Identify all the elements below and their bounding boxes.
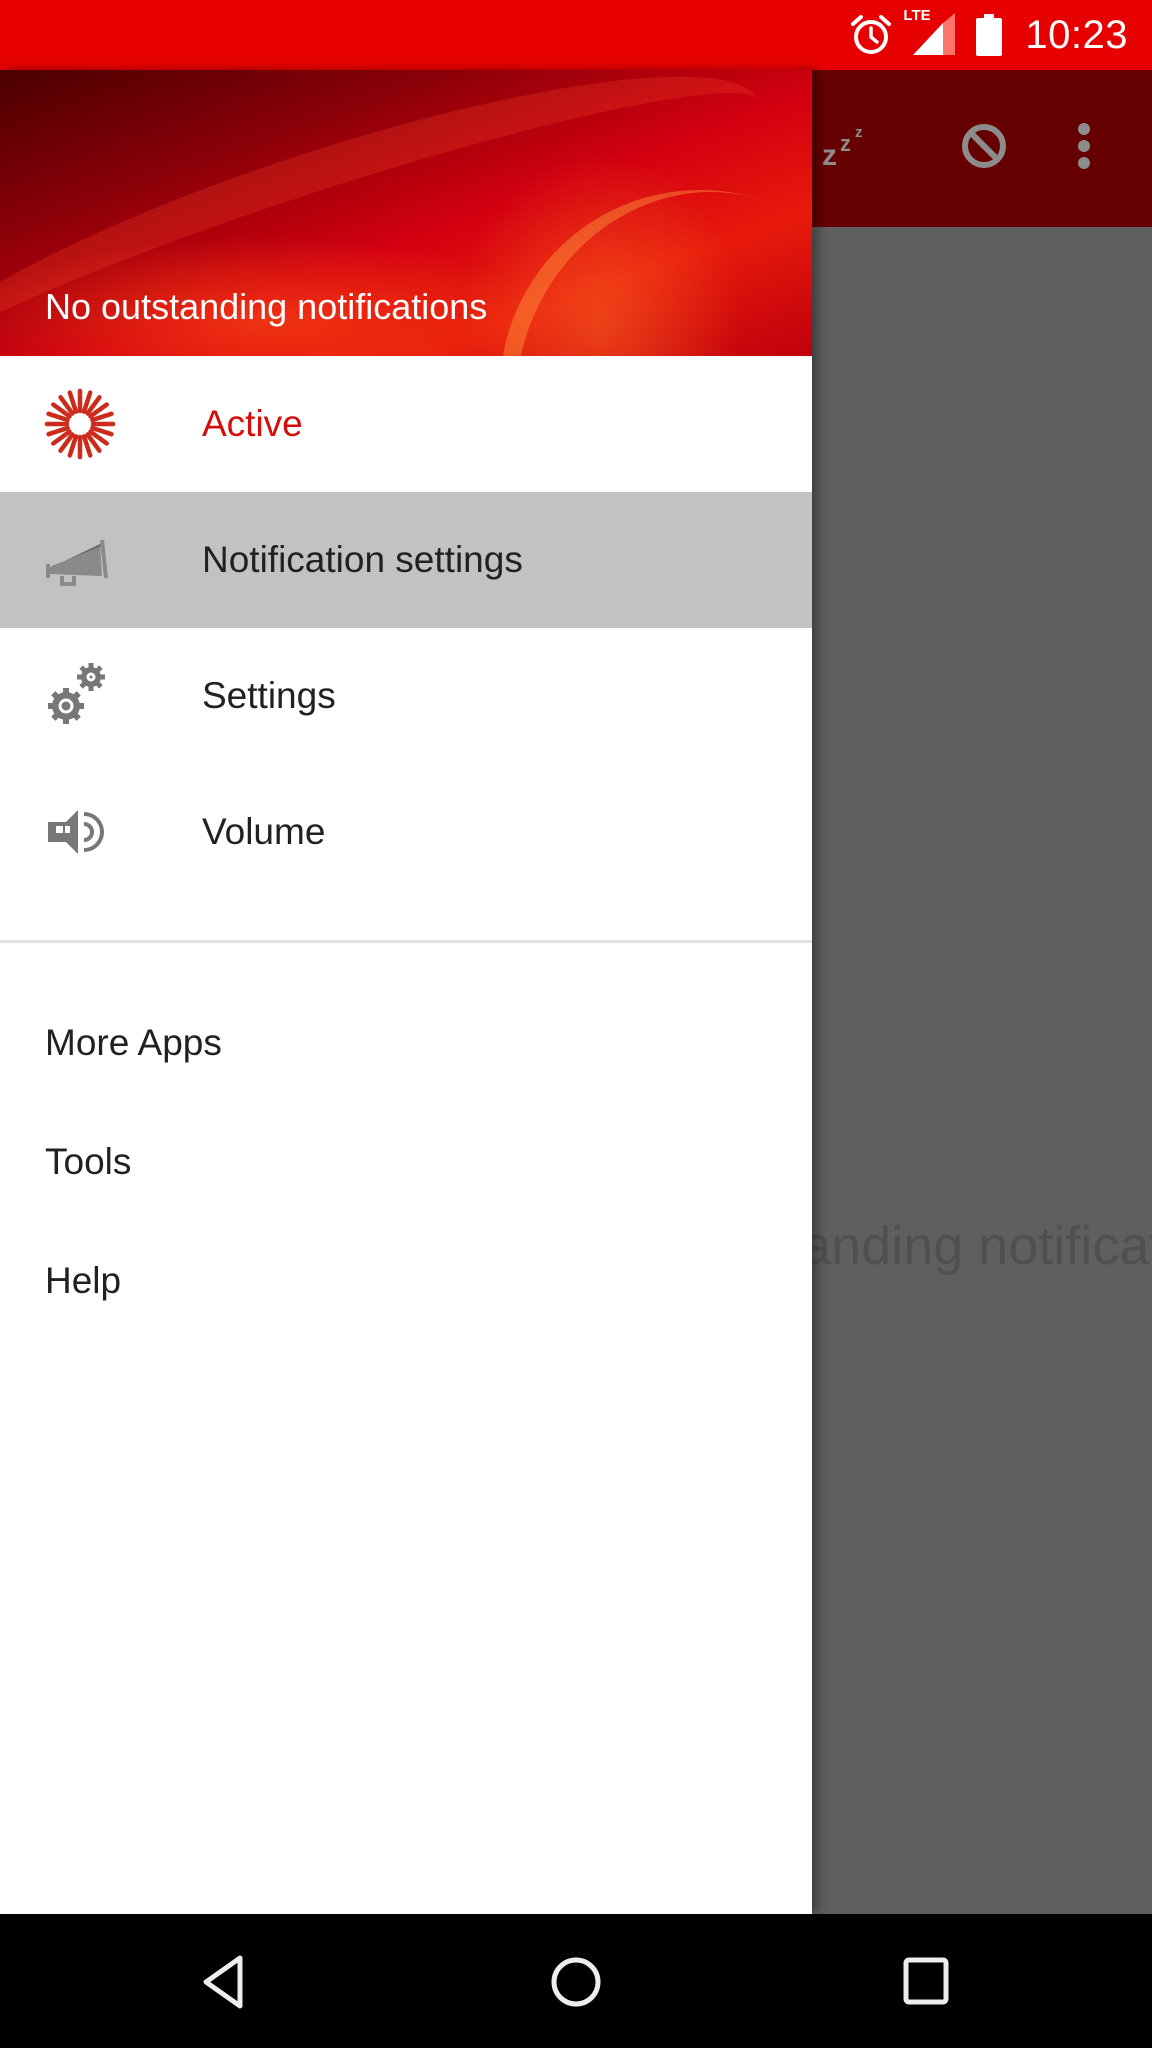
drawer-item-help[interactable]: Help [0, 1221, 812, 1340]
svg-text:z: z [822, 139, 837, 171]
block-icon [959, 121, 1009, 176]
drawer-item-more-apps[interactable]: More Apps [0, 983, 812, 1102]
back-icon [196, 1952, 256, 2017]
lte-signal-icon: LTE [903, 7, 959, 57]
megaphone-icon [44, 524, 116, 596]
svg-text:z: z [840, 131, 851, 156]
alarm-icon [849, 13, 893, 57]
more-vert-icon [1076, 121, 1092, 176]
recents-button[interactable] [886, 1944, 966, 2024]
speaker-volume-icon [44, 796, 116, 868]
drawer-primary-list: Active Notification settings Settings Vo… [0, 356, 812, 900]
home-button[interactable] [536, 1944, 616, 2024]
block-button[interactable] [948, 112, 1020, 184]
gears-icon [44, 660, 116, 732]
drawer-item-active[interactable]: Active [0, 356, 812, 492]
drawer-item-label: Active [202, 403, 303, 444]
drawer-item-tools[interactable]: Tools [0, 1102, 812, 1221]
snooze-button[interactable]: z z z [812, 112, 884, 184]
home-icon [546, 1952, 606, 2017]
navigation-drawer: No outstanding notifications Active Noti… [0, 70, 812, 1914]
snooze-icon: z z z [820, 121, 876, 176]
drawer-item-notification-settings[interactable]: Notification settings [0, 492, 812, 628]
drawer-item-label: Notification settings [202, 539, 523, 580]
screen: LTE 10:23 z z z outstanding notifica No … [0, 0, 1152, 2048]
drawer-header: No outstanding notifications [0, 70, 812, 356]
battery-icon [975, 13, 1003, 57]
status-bar: LTE 10:23 [0, 0, 1152, 70]
back-button[interactable] [186, 1944, 266, 2024]
overflow-menu-button[interactable] [1048, 112, 1120, 184]
drawer-header-title: No outstanding notifications [45, 286, 488, 327]
drawer-item-label: Volume [202, 811, 326, 852]
drawer-secondary-list: More Apps Tools Help [0, 943, 812, 1340]
drawer-item-label: Settings [202, 675, 336, 716]
drawer-item-volume[interactable]: Volume [0, 764, 812, 900]
recents-icon [896, 1952, 956, 2017]
network-label: LTE [903, 7, 931, 24]
svg-text:z: z [855, 124, 863, 141]
status-time: 10:23 [1025, 12, 1128, 57]
system-navigation-bar [0, 1914, 1152, 2048]
drawer-item-settings[interactable]: Settings [0, 628, 812, 764]
active-sunburst-icon [44, 388, 116, 460]
